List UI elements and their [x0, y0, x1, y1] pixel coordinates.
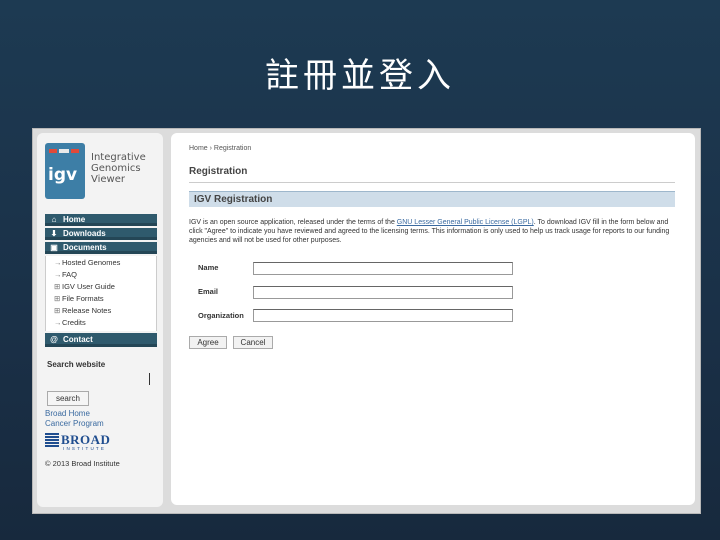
organization-field[interactable] [253, 309, 513, 322]
breadcrumb[interactable]: Home › Registration [189, 145, 251, 152]
home-icon: ⌂ [51, 215, 57, 224]
license-link[interactable]: GNU Lesser General Public License (LGPL) [397, 219, 534, 226]
search-button[interactable]: search [47, 391, 89, 406]
sidebar: igv Integrative Genomics Viewer ⌂ Home ⬇ D… [37, 133, 163, 507]
nav-downloads[interactable]: ⬇ Downloads [45, 228, 157, 240]
sub-item-faq[interactable]: →FAQ [46, 269, 156, 281]
nav-contact[interactable]: @ Contact [45, 333, 157, 347]
cancel-button[interactable]: Cancel [233, 336, 273, 349]
sub-item-hosted-genomes[interactable]: →Hosted Genomes [46, 257, 156, 269]
sub-item-file-formats[interactable]: ⊞ File Formats [46, 293, 156, 305]
broad-sub: INSTITUTE [63, 446, 107, 451]
email-label: Email [198, 287, 219, 296]
at-icon: @ [50, 335, 58, 344]
nav-home[interactable]: ⌂ Home [45, 214, 157, 226]
organization-label: Organization [198, 311, 244, 320]
nav-documents[interactable]: ▣ Documents [45, 242, 157, 254]
igv-logo-icon: igv [45, 143, 85, 199]
agree-button[interactable]: Agree [189, 336, 227, 349]
broad-logo[interactable]: BROAD INSTITUTE [45, 432, 125, 453]
intro-text: IGV is an open source application, relea… [189, 219, 670, 244]
broad-mark-icon [45, 433, 59, 451]
copyright: © 2013 Broad Institute [45, 459, 120, 468]
email-field[interactable] [253, 286, 513, 299]
search-input[interactable] [47, 373, 150, 385]
logo-text: Integrative Genomics Viewer [91, 152, 146, 185]
divider [189, 182, 675, 183]
download-icon: ⬇ [50, 229, 58, 238]
logo-word: igv [48, 165, 78, 185]
sub-item-credits[interactable]: →Credits [46, 317, 156, 329]
documents-subnav: →Hosted Genomes →FAQ ⊞ IGV User Guide ⊞ Fi… [45, 256, 157, 331]
cancer-program-link[interactable]: Cancer Program [45, 419, 104, 428]
main-panel: Home › Registration Registration IGV Reg… [171, 133, 695, 505]
side-nav: ⌂ Home ⬇ Downloads ▣ Documents →Hosted Geno… [45, 214, 157, 349]
slide-title: 註冊並登入 [265, 56, 455, 96]
name-field[interactable] [253, 262, 513, 275]
sub-item-user-guide[interactable]: ⊞ IGV User Guide [46, 281, 156, 293]
page-title: Registration [189, 166, 248, 177]
website-screenshot: igv Integrative Genomics Viewer ⌂ Home ⬇ D… [32, 128, 701, 514]
sub-item-release-notes[interactable]: ⊞ Release Notes [46, 305, 156, 317]
name-label: Name [198, 263, 219, 272]
broad-home-link[interactable]: Broad Home [45, 409, 90, 418]
search-label: Search website [47, 360, 106, 369]
section-header: IGV Registration [189, 191, 675, 207]
igv-logo[interactable]: igv Integrative Genomics Viewer [45, 143, 157, 199]
document-icon: ▣ [50, 243, 58, 252]
